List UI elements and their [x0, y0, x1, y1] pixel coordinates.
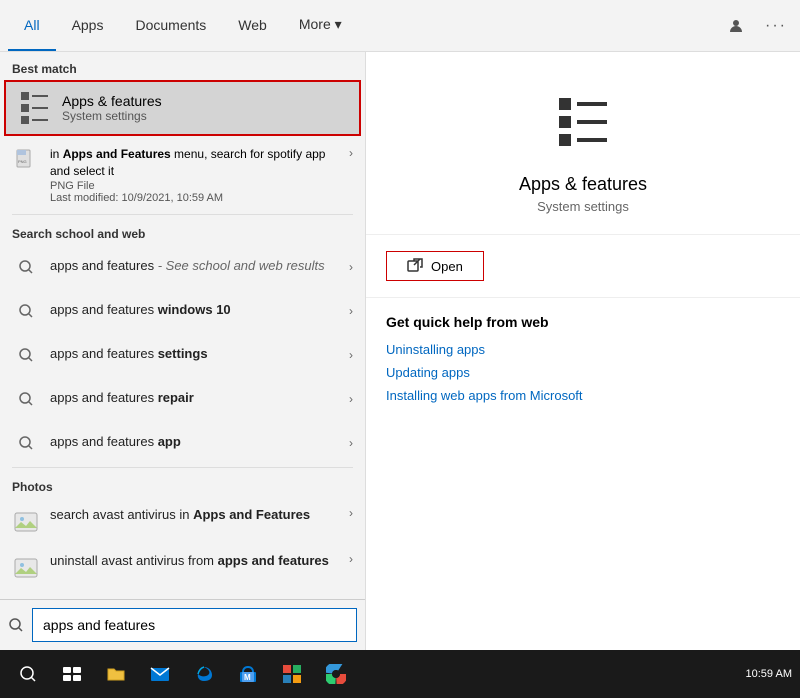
- search-web-icon-0: [12, 253, 40, 281]
- search-input[interactable]: [32, 608, 357, 642]
- right-panel: Apps & features System settings Open Get…: [365, 52, 800, 650]
- taskbar-tiles-icon: [282, 664, 302, 684]
- photos-icon-0: [12, 508, 40, 536]
- divider-2: [12, 467, 353, 468]
- left-panel: Best match: [0, 52, 365, 650]
- web-result-3[interactable]: apps and features repair ›: [0, 377, 365, 421]
- best-match-subtitle: System settings: [62, 109, 162, 123]
- help-link-2[interactable]: Installing web apps from Microsoft: [386, 388, 780, 403]
- right-top-section: Apps & features System settings: [366, 52, 800, 235]
- web-result-arrow-3: ›: [349, 392, 353, 406]
- open-icon: [407, 258, 423, 274]
- photos-result-text-0: search avast antivirus in Apps and Featu…: [50, 506, 339, 524]
- web-result-4[interactable]: apps and features app ›: [0, 421, 365, 465]
- web-result-text-4: apps and features app: [50, 434, 339, 451]
- search-icon: [8, 617, 24, 633]
- open-button[interactable]: Open: [386, 251, 484, 281]
- web-result-0[interactable]: apps and features - See school and web r…: [0, 245, 365, 289]
- taskbar-store-icon: M: [238, 664, 258, 684]
- help-title: Get quick help from web: [386, 314, 780, 330]
- file-arrow-icon: ›: [349, 146, 353, 160]
- photos-icon-1: [12, 554, 40, 582]
- tab-documents[interactable]: Documents: [119, 0, 222, 51]
- svg-text:M: M: [244, 673, 251, 682]
- photos-result-1[interactable]: uninstall avast antivirus from apps and …: [0, 544, 365, 590]
- web-result-text-1: apps and features windows 10: [50, 302, 339, 319]
- web-result-arrow-4: ›: [349, 436, 353, 450]
- file-icon: PNG: [12, 146, 40, 174]
- main-content: Best match: [0, 52, 800, 650]
- photos-result-0[interactable]: search avast antivirus in Apps and Featu…: [0, 498, 365, 544]
- search-web-icon-4: [12, 429, 40, 457]
- divider-1: [12, 214, 353, 215]
- top-nav: All Apps Documents Web More ▾ ···: [0, 0, 800, 52]
- web-result-arrow-2: ›: [349, 348, 353, 362]
- file-type: PNG File: [50, 180, 339, 192]
- taskbar-explorer-icon: [106, 664, 126, 684]
- photos-header: Photos: [0, 470, 365, 498]
- web-result-2[interactable]: apps and features settings ›: [0, 333, 365, 377]
- open-label: Open: [431, 259, 463, 274]
- best-match-text: Apps & features System settings: [62, 93, 162, 123]
- taskbar-taskview-btn[interactable]: [52, 654, 92, 694]
- taskbar: M 10:59 AM: [0, 650, 800, 698]
- right-app-icon: [543, 82, 623, 162]
- taskbar-edge-icon: [194, 664, 214, 684]
- school-web-header: Search school and web: [0, 217, 365, 245]
- help-link-1[interactable]: Updating apps: [386, 365, 780, 380]
- ellipsis-icon: ···: [765, 17, 787, 35]
- taskbar-search-icon: [18, 664, 38, 684]
- best-match-header: Best match: [0, 52, 365, 80]
- tab-all[interactable]: All: [8, 0, 56, 51]
- web-result-1[interactable]: apps and features windows 10 ›: [0, 289, 365, 333]
- taskbar-edge-btn[interactable]: [184, 654, 224, 694]
- right-help-section: Get quick help from web Uninstalling app…: [366, 298, 800, 427]
- taskbar-explorer-btn[interactable]: [96, 654, 136, 694]
- user-icon: [728, 18, 744, 34]
- taskbar-store-btn[interactable]: M: [228, 654, 268, 694]
- right-app-subtitle: System settings: [537, 199, 629, 214]
- best-match-item[interactable]: Apps & features System settings: [4, 80, 361, 136]
- user-icon-btn[interactable]: [720, 10, 752, 42]
- system-clock: 10:59 AM: [746, 668, 792, 680]
- taskbar-taskview-icon: [62, 664, 82, 684]
- file-result-item[interactable]: PNG in Apps and Features menu, search fo…: [0, 138, 365, 212]
- web-result-text-2: apps and features settings: [50, 346, 339, 363]
- search-box-container: [0, 599, 365, 650]
- search-web-icon-2: [12, 341, 40, 369]
- tab-web[interactable]: Web: [222, 0, 283, 51]
- more-options-btn[interactable]: ···: [760, 10, 792, 42]
- taskbar-search-btn[interactable]: [8, 654, 48, 694]
- taskbar-tiles-btn[interactable]: [272, 654, 312, 694]
- web-result-arrow-1: ›: [349, 304, 353, 318]
- right-actions: Open: [366, 235, 800, 298]
- search-web-icon-3: [12, 385, 40, 413]
- right-app-title: Apps & features: [519, 174, 647, 195]
- web-result-arrow-0: ›: [349, 260, 353, 274]
- photos-result-text-1: uninstall avast antivirus from apps and …: [50, 552, 339, 570]
- tab-more[interactable]: More ▾: [283, 0, 358, 51]
- file-result-title: in Apps and Features menu, search for sp…: [50, 146, 339, 180]
- search-web-icon-1: [12, 297, 40, 325]
- taskbar-mail-icon: [150, 664, 170, 684]
- help-link-0[interactable]: Uninstalling apps: [386, 342, 780, 357]
- best-match-title: Apps & features: [62, 93, 162, 109]
- photos-result-arrow-0: ›: [349, 506, 353, 520]
- apps-features-icon: [18, 92, 50, 124]
- file-modified: Last modified: 10/9/2021, 10:59 AM: [50, 192, 339, 204]
- photos-result-arrow-1: ›: [349, 552, 353, 566]
- taskbar-colorpicker-icon: [326, 664, 346, 684]
- web-result-text-0: apps and features - See school and web r…: [50, 258, 339, 275]
- svg-text:PNG: PNG: [18, 159, 27, 164]
- web-result-text-3: apps and features repair: [50, 390, 339, 407]
- taskbar-colorpicker-btn[interactable]: [316, 654, 356, 694]
- taskbar-mail-btn[interactable]: [140, 654, 180, 694]
- tab-apps[interactable]: Apps: [56, 0, 120, 51]
